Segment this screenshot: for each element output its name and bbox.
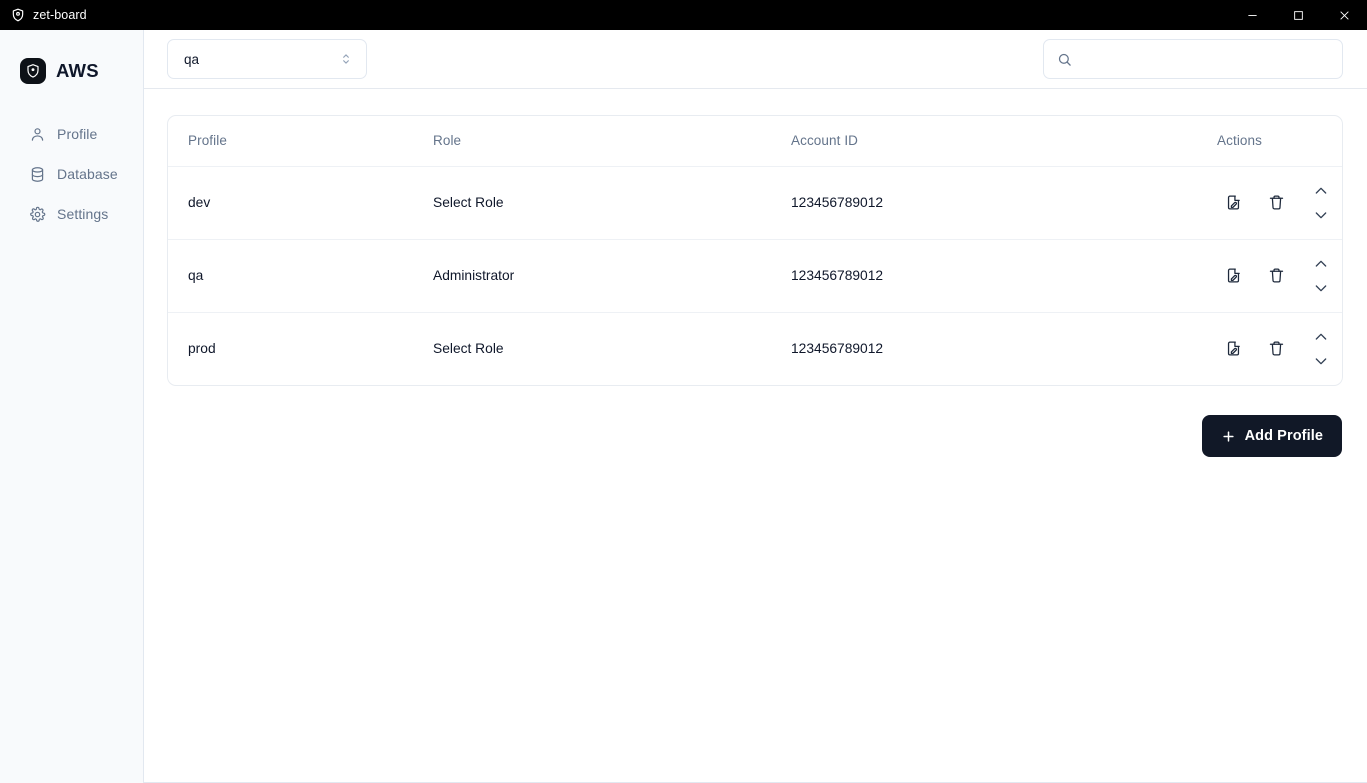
profile-select-value: qa [184,51,200,67]
toolbar: qa [144,30,1367,89]
search-box[interactable] [1043,39,1343,79]
table-header-row: Profile Role Account ID Actions [168,116,1342,167]
search-icon [1057,52,1072,67]
file-pen-icon[interactable] [1223,193,1243,213]
cell-role[interactable]: Select Role [413,166,771,240]
table-body: dev Select Role 123456789012 qa Administ… [168,166,1342,385]
user-icon [29,126,46,143]
sidebar: AWS Profile Database Settings [0,30,144,783]
column-header-account-id: Account ID [771,116,1112,167]
chevron-down-icon[interactable] [1312,282,1330,294]
add-profile-button[interactable]: Add Profile [1201,415,1342,457]
sidebar-item-label: Settings [57,206,109,222]
search-input[interactable] [1081,51,1330,67]
sidebar-item-settings[interactable]: Settings [0,194,143,234]
chevron-up-icon[interactable] [1312,331,1330,343]
row-actions [1132,331,1342,367]
cell-account-id: 123456789012 [791,341,884,357]
app-window: zet-board AWS Profile Database Settings … [0,0,1367,783]
file-pen-icon[interactable] [1223,339,1243,359]
cell-profile: qa [168,239,413,313]
title-bar: zet-board [0,0,1367,30]
sidebar-item-label: Database [57,166,118,182]
add-profile-label: Add Profile [1244,428,1323,444]
row-actions [1132,185,1342,221]
content-area: Profile Role Account ID Actions dev Sele… [144,89,1367,782]
cell-role[interactable]: Select Role [413,312,771,385]
title-bar-left: zet-board [0,8,87,22]
column-header-actions: Actions [1112,116,1342,167]
table-head: Profile Role Account ID Actions [168,116,1342,167]
row-reorder-controls [1312,331,1330,367]
trash-icon[interactable] [1266,193,1286,213]
trash-icon[interactable] [1266,266,1286,286]
column-header-role: Role [413,116,771,167]
file-pen-icon[interactable] [1223,266,1243,286]
main-content: qa Profile Role Account ID Actions dev S… [144,30,1367,783]
sidebar-item-database[interactable]: Database [0,154,143,194]
gear-icon [29,206,46,223]
chevrons-up-down-icon [339,52,353,66]
table-row[interactable]: qa Administrator 123456789012 [168,239,1342,313]
sidebar-item-label: Profile [57,126,98,142]
table-row[interactable]: dev Select Role 123456789012 [168,166,1342,240]
row-actions [1132,258,1342,294]
trash-icon[interactable] [1266,339,1286,359]
aws-shield-logo-icon [20,58,46,84]
chevron-up-icon[interactable] [1312,258,1330,270]
cell-account-id: 123456789012 [771,239,1112,313]
brand: AWS [0,30,143,92]
cell-actions [1112,312,1342,385]
cell-actions [1112,166,1342,240]
row-reorder-controls [1312,185,1330,221]
shield-icon [11,8,25,22]
column-header-profile: Profile [168,116,413,167]
plus-icon [1221,429,1236,444]
profiles-table-card: Profile Role Account ID Actions dev Sele… [167,115,1343,386]
window-controls [1229,0,1367,30]
table-row[interactable]: prod Select Role 123456789012 [168,312,1342,385]
footer-actions: Add Profile [167,386,1343,457]
row-reorder-controls [1312,258,1330,294]
profiles-table: Profile Role Account ID Actions dev Sele… [168,116,1342,385]
body-row: AWS Profile Database Settings qa Profile… [0,30,1367,783]
sidebar-nav: Profile Database Settings [0,114,143,234]
minimize-icon[interactable] [1229,0,1275,30]
maximize-icon[interactable] [1275,0,1321,30]
profile-select[interactable]: qa [167,39,367,79]
chevron-down-icon[interactable] [1312,209,1330,221]
chevron-up-icon[interactable] [1312,185,1330,197]
database-icon [29,166,46,183]
cell-profile: dev [168,166,413,240]
cell-role[interactable]: Administrator [413,239,771,313]
close-icon[interactable] [1321,0,1367,30]
cell-account-id: 123456789012 [771,166,1112,240]
chevron-down-icon[interactable] [1312,355,1330,367]
cell-actions [1112,239,1342,313]
brand-name: AWS [56,60,99,81]
cell-profile: prod [188,341,216,357]
sidebar-item-profile[interactable]: Profile [0,114,143,154]
window-title: zet-board [33,8,87,22]
